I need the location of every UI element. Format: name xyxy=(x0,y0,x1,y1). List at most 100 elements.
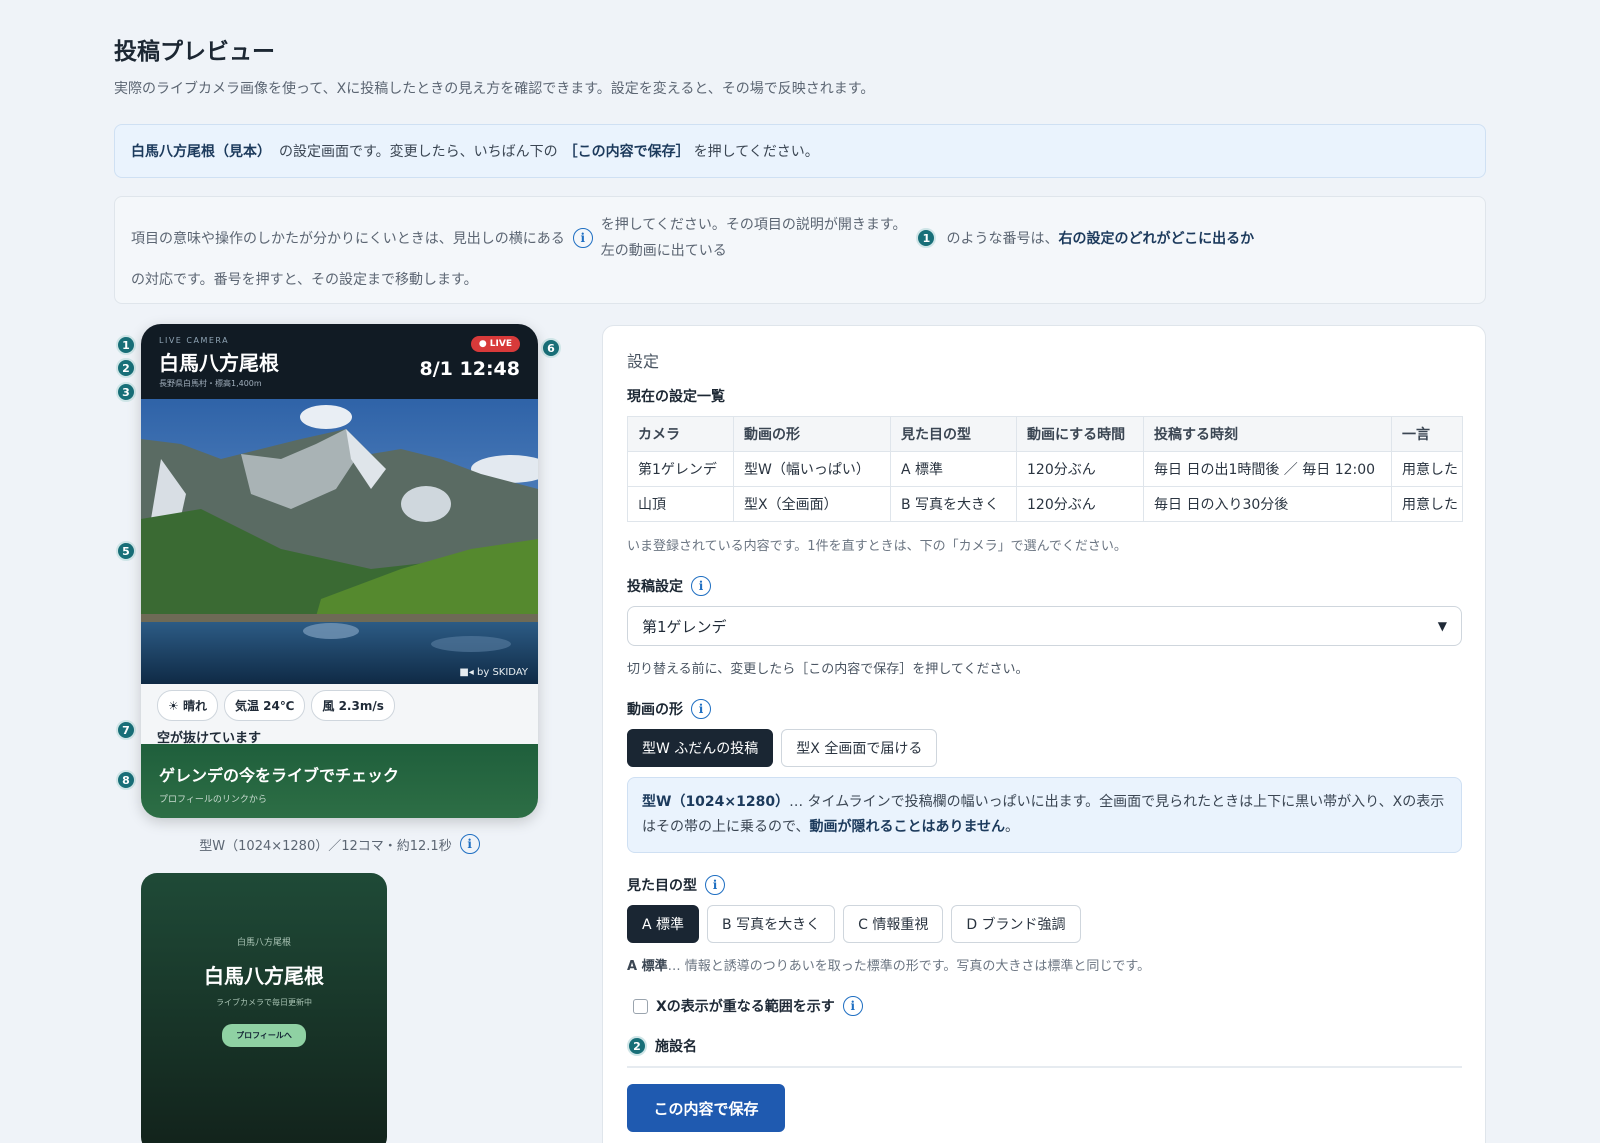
table-cell: 型W（幅いっぱい） xyxy=(733,451,891,487)
shape-option-x[interactable]: 型X 全画面で届ける xyxy=(781,729,938,767)
notice-text: の設定画面です。変更したら、いちばん下の xyxy=(279,144,558,160)
table-row: 山頂 型X（全画面） B 写真を大きく 120分ぶん 毎日 日の入り30分後 用… xyxy=(627,486,1463,522)
info-icon[interactable]: i xyxy=(705,875,725,895)
caption-text: 型W（1024×1280）／12コマ・約12.1秒 xyxy=(199,838,452,854)
info-icon: i xyxy=(572,228,593,248)
style-note-bold: A 標準 xyxy=(627,959,668,974)
temperature-chip: 気温 24℃ xyxy=(223,690,306,721)
style-heading: 見た目の型 i xyxy=(627,875,1461,895)
end-title: 白馬八方尾根 xyxy=(204,964,324,988)
notice-end: を押してください。 xyxy=(693,144,819,160)
style-note: A 標準… 情報と誘導のつりあいを取った標準の形です。写真の大きさは標準と同じで… xyxy=(627,955,1461,974)
column-header: 投稿する時刻 xyxy=(1143,416,1392,452)
preview-cta: ゲレンデの今をライブでチェック プロフィールのリンクから xyxy=(141,744,538,818)
settings-panel: 設定 現在の設定一覧 カメラ 動画の形 見た目の型 動画にする時間 投稿する時刻… xyxy=(602,325,1486,1143)
weather-section: ☀ 晴れ 気温 24℃ 風 2.3m/s 空が抜けています xyxy=(141,684,538,746)
save-button[interactable]: この内容で保存 xyxy=(627,1084,785,1132)
post-note: 切り替える前に、変更したら［この内容で保存］を押してください。 xyxy=(627,662,1029,677)
info-icon[interactable]: i xyxy=(691,699,711,719)
help-stack: を押してください。その項目の説明が開きます。 左の動画に出ている xyxy=(601,212,907,264)
column-header: 動画の形 xyxy=(733,416,891,452)
preview-marker[interactable]: 8 xyxy=(116,770,136,790)
shape-option-w[interactable]: 型W ふだんの投稿 xyxy=(627,729,774,767)
column-header: 一言 xyxy=(1391,416,1463,452)
shape-desc-end: 。 xyxy=(1005,819,1020,835)
help-text-1: 項目の意味や操作のしかたが分かりにくいときは、見出しの横にある xyxy=(131,231,565,247)
table-cell: 120分ぶん xyxy=(1016,486,1144,522)
style-option-c[interactable]: C 情報重視 xyxy=(843,905,944,943)
style-options: A 標準 B 写真を大きく C 情報重視 D ブランド強調 xyxy=(627,905,1461,943)
column-header: カメラ xyxy=(627,416,734,452)
overlay-checkbox[interactable] xyxy=(633,998,648,1014)
post-settings-label: 投稿設定 xyxy=(627,579,683,595)
help-strong: 右の設定のどれがどこに出るか xyxy=(1058,231,1255,247)
post-settings-heading: 投稿設定 i xyxy=(627,576,1461,596)
shape-options: 型W ふだんの投稿 型X 全画面で届ける xyxy=(627,729,1461,767)
notice-facility: 白馬八方尾根（見本） xyxy=(131,144,271,160)
facility-marker[interactable]: 2 xyxy=(627,1036,647,1056)
video-camera-icon: ■◂ xyxy=(459,667,474,678)
style-note-text: … 情報と誘導のつりあいを取った標準の形です。写真の大きさは標準と同じです。 xyxy=(667,959,1151,974)
facility-label: 施設名 xyxy=(655,1039,697,1055)
camera-image: ■◂ by SKIDAY xyxy=(141,399,538,684)
column-header: 見た目の型 xyxy=(890,416,1017,452)
end-subtitle: ライブカメラで毎日更新中 xyxy=(216,998,312,1007)
style-label: 見た目の型 xyxy=(627,878,697,894)
live-badge: ● LIVE xyxy=(470,336,520,352)
divider xyxy=(627,1066,1462,1068)
overlay-label: Xの表示が重なる範囲を示す xyxy=(656,999,835,1015)
end-kicker: 白馬八方尾根 xyxy=(236,938,291,948)
shape-heading: 動画の形 i xyxy=(627,699,1461,719)
info-icon[interactable]: i xyxy=(459,834,480,854)
style-option-d[interactable]: D ブランド強調 xyxy=(951,905,1081,943)
table-cell: 用意した xyxy=(1391,451,1463,487)
table-cell: 毎日 日の出1時間後 ／ 毎日 12:00 xyxy=(1143,451,1392,487)
shape-description: 型W（1024×1280）… タイムラインで投稿欄の幅いっぱいに出ます。全画面で… xyxy=(627,777,1462,853)
preview-marker[interactable]: 2 xyxy=(116,358,136,378)
shape-label: 動画の形 xyxy=(627,702,683,718)
cta-subtitle: プロフィールのリンクから xyxy=(159,795,267,805)
facility-notice: 白馬八方尾根（見本） の設定画面です。変更したら、いちばん下の ［この内容で保存… xyxy=(114,124,1486,178)
help-text-3: のような番号は、 xyxy=(946,231,1059,247)
cta-title: ゲレンデの今をライブでチェック xyxy=(159,766,400,785)
style-option-a[interactable]: A 標準 xyxy=(627,905,700,943)
preview-marker[interactable]: 1 xyxy=(116,335,136,355)
table-header-row: カメラ 動画の形 見た目の型 動画にする時間 投稿する時刻 一言 xyxy=(627,416,1463,452)
sun-icon: ☀ xyxy=(168,699,179,713)
preview-marker[interactable]: 6 xyxy=(541,338,561,358)
preview-kicker: LIVE CAMERA xyxy=(159,336,230,345)
wind-chip: 風 2.3m/s xyxy=(311,690,395,721)
camera-select[interactable]: 第1ゲレンデ ▼ xyxy=(627,606,1462,646)
help-box: 項目の意味や操作のしかたが分かりにくいときは、見出しの横にある i を押してくだ… xyxy=(114,196,1486,304)
camera-select-value: 第1ゲレンデ xyxy=(642,617,727,636)
table-cell: 第1ゲレンデ xyxy=(627,451,734,487)
help-text-2b: 左の動画に出ている xyxy=(600,243,727,259)
style-option-b[interactable]: B 写真を大きく xyxy=(707,905,836,943)
page-subtitle: 実際のライブカメラ画像を使って、Xに投稿したときの見え方を確認できます。設定を変… xyxy=(114,81,875,97)
notice-save-ref: ［この内容で保存］ xyxy=(563,144,690,160)
camera-credit-text: by SKIDAY xyxy=(477,667,528,678)
preview-time: 8/1 12:48 xyxy=(419,358,520,380)
preview-marker[interactable]: 3 xyxy=(116,382,136,402)
info-icon[interactable]: i xyxy=(691,576,711,596)
preview-header: LIVE CAMERA 白馬八方尾根 長野県白馬村・標高1,400m ● LIV… xyxy=(141,324,538,399)
preview-marker[interactable]: 5 xyxy=(116,541,136,561)
preview-marker[interactable]: 7 xyxy=(116,720,136,740)
settings-table: カメラ 動画の形 見た目の型 動画にする時間 投稿する時刻 一言 第1ゲレンデ … xyxy=(627,416,1463,522)
camera-credit: ■◂ by SKIDAY xyxy=(459,667,528,678)
chevron-down-icon: ▼ xyxy=(1437,619,1447,633)
settings-title: 設定 xyxy=(627,352,660,371)
table-cell: 用意した xyxy=(1391,486,1463,522)
info-icon[interactable]: i xyxy=(842,996,863,1016)
page-title: 投稿プレビュー xyxy=(114,39,275,65)
weather-chip: ☀ 晴れ xyxy=(157,690,218,721)
table-cell: 山頂 xyxy=(627,486,734,522)
facility-heading: 2 施設名 xyxy=(627,1036,1461,1056)
list-note: いま登録されている内容です。1件を直すときは、下の「カメラ」で選んでください。 xyxy=(627,539,1127,554)
table-cell: 毎日 日の入り30分後 xyxy=(1143,486,1392,522)
overlay-checkbox-row: Xの表示が重なる範囲を示す i xyxy=(627,996,1461,1016)
shape-desc-bold: 型W（1024×1280） xyxy=(642,794,790,810)
column-header: 動画にする時間 xyxy=(1016,416,1144,452)
list-title: 現在の設定一覧 xyxy=(627,389,725,405)
mountain-landscape-image xyxy=(141,399,538,684)
